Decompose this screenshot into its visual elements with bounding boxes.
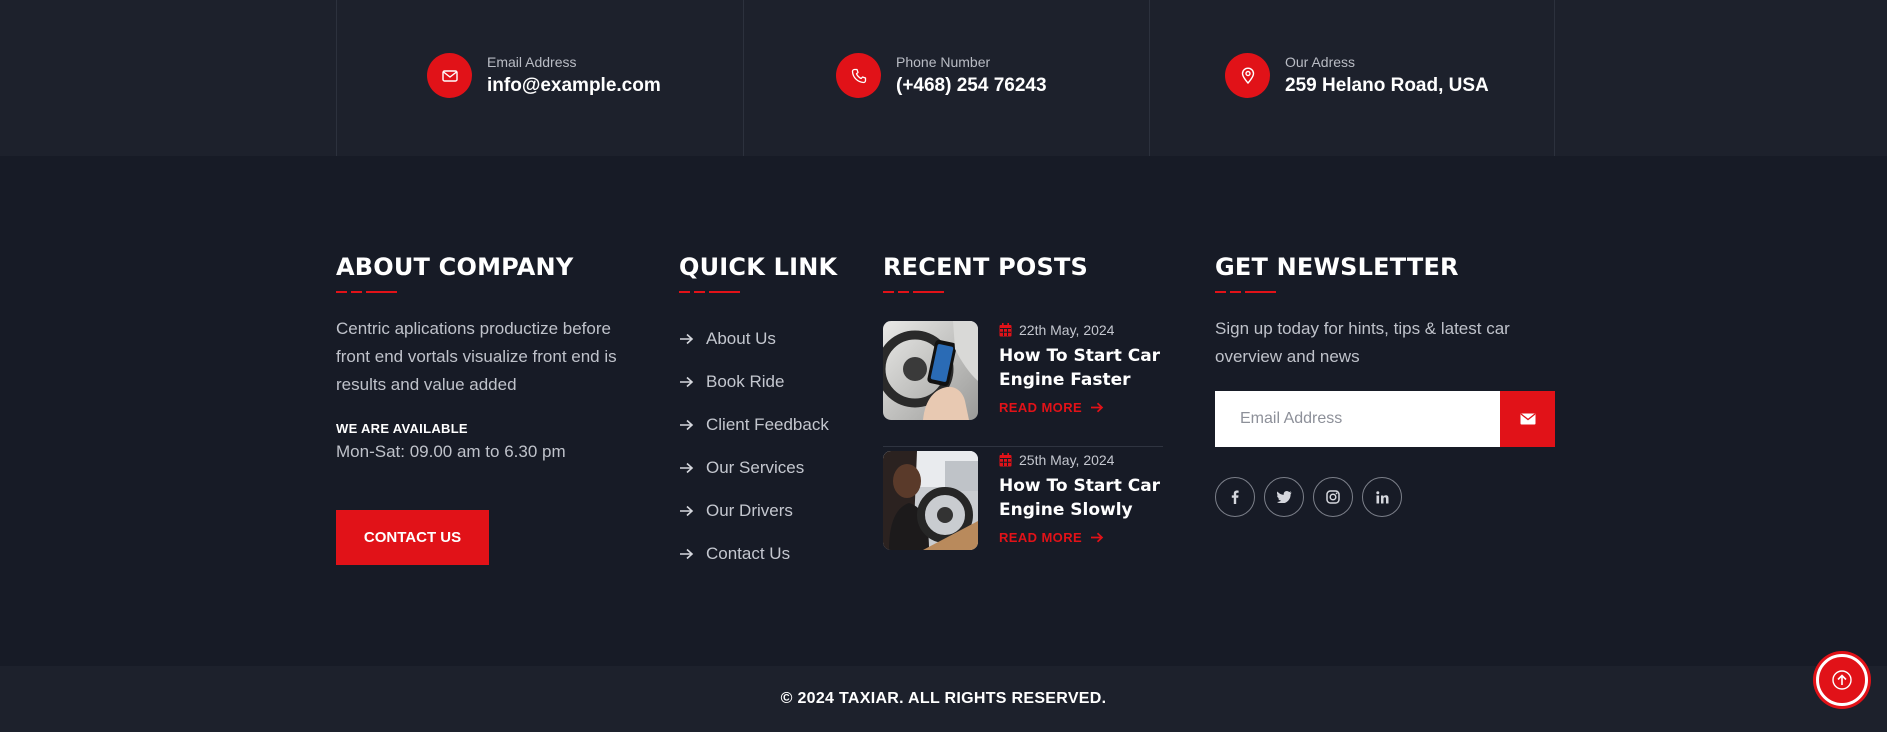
address-contact: Our Adress 259 Helano Road, USA [1225, 53, 1489, 98]
phone-value[interactable]: (+468) 254 76243 [896, 74, 1047, 98]
post-thumbnail-phone-in-car[interactable] [883, 321, 978, 420]
quick-link-label: Book Ride [706, 371, 785, 391]
about-text: Centric aplications productize before fr… [336, 319, 617, 394]
post-title[interactable]: How To Start Car Engine Slowly [999, 474, 1169, 522]
read-more-link[interactable]: READ MORE [999, 400, 1169, 415]
twitter-icon[interactable] [1264, 477, 1304, 517]
quick-link-label: About Us [706, 328, 776, 348]
calendar-icon [999, 453, 1012, 467]
newsletter-submit-button[interactable] [1500, 391, 1555, 447]
quick-link-book-ride[interactable]: Book Ride [679, 360, 859, 403]
post-date-text: 22th May, 2024 [1019, 322, 1115, 338]
arrow-right-icon [680, 462, 694, 473]
arrow-right-icon [680, 333, 694, 344]
contact-cell-address: Our Adress 259 Helano Road, USA [1149, 0, 1555, 156]
post-date-text: 25th May, 2024 [1019, 452, 1115, 468]
map-pin-icon [1225, 53, 1270, 98]
copyright-text: © 2024 TAXIAR. ALL RIGHTS RESERVED. [780, 690, 1107, 707]
recent-post: 25th May, 2024 How To Start Car Engine S… [883, 447, 1163, 577]
contact-cell-email: Email Address info@example.com [336, 0, 743, 156]
quick-links-list: About Us Book Ride Client Feedback Our S… [679, 317, 859, 575]
quick-link-about-us[interactable]: About Us [679, 317, 859, 360]
quick-link-label: Our Drivers [706, 500, 793, 520]
quick-link-label: Contact Us [706, 543, 791, 563]
envelope-icon [427, 53, 472, 98]
newsletter-text: Sign up today for hints, tips & latest c… [1215, 319, 1510, 366]
email-label: Email Address [487, 53, 577, 70]
arrow-right-icon [680, 419, 694, 430]
address-value: 259 Helano Road, USA [1285, 74, 1489, 96]
arrow-right-icon [680, 548, 694, 559]
recent-post: 22th May, 2024 How To Start Car Engine F… [883, 317, 1163, 447]
arrow-right-icon [1091, 532, 1104, 543]
arrow-right-icon [680, 376, 694, 387]
opening-hours: Mon-Sat: 09.00 am to 6.30 pm [336, 442, 566, 461]
phone-contact[interactable]: Phone Number (+468) 254 76243 [836, 53, 1047, 98]
post-title[interactable]: How To Start Car Engine Faster [999, 344, 1169, 392]
post-date: 25th May, 2024 [999, 451, 1169, 469]
recent-posts-title: RECENT POSTS [883, 253, 1089, 281]
contact-cell-phone: Phone Number (+468) 254 76243 [743, 0, 1149, 156]
post-body: 25th May, 2024 How To Start Car Engine S… [999, 451, 1169, 545]
read-more-link[interactable]: READ MORE [999, 530, 1169, 545]
arrow-right-icon [1091, 402, 1104, 413]
social-links [1215, 477, 1560, 517]
quick-link-label: Client Feedback [706, 414, 829, 434]
envelope-icon [1520, 413, 1535, 425]
newsletter-form [1215, 391, 1555, 447]
recent-posts-column: RECENT POSTS 22th May, 2024 How To Start… [883, 252, 1173, 577]
copyright-bar: © 2024 TAXIAR. ALL RIGHTS RESERVED. [0, 666, 1887, 732]
read-more-label: READ MORE [999, 400, 1083, 415]
phone-label: Phone Number [896, 53, 991, 70]
post-date: 22th May, 2024 [999, 321, 1169, 339]
phone-icon [836, 53, 881, 98]
quick-link-client-feedback[interactable]: Client Feedback [679, 403, 859, 446]
linkedin-icon[interactable] [1362, 477, 1402, 517]
arrow-up-icon [1832, 670, 1852, 690]
read-more-label: READ MORE [999, 530, 1083, 545]
title-underline [336, 291, 398, 293]
scroll-to-top-button[interactable] [1816, 654, 1868, 706]
address-label: Our Adress [1285, 53, 1356, 70]
title-underline [1215, 291, 1277, 293]
post-body: 22th May, 2024 How To Start Car Engine F… [999, 321, 1169, 415]
about-title: ABOUT COMPANY [336, 253, 574, 281]
quick-links-title: QUICK LINK [679, 253, 838, 281]
calendar-icon [999, 323, 1012, 337]
title-underline [679, 291, 741, 293]
contact-strip: Email Address info@example.com Phone Num… [0, 0, 1887, 156]
newsletter-email-input[interactable] [1215, 391, 1500, 447]
quick-link-our-drivers[interactable]: Our Drivers [679, 489, 859, 532]
arrow-right-icon [680, 505, 694, 516]
quick-link-contact-us[interactable]: Contact Us [679, 532, 859, 575]
about-column: ABOUT COMPANY Centric aplications produc… [336, 252, 666, 565]
quick-link-label: Our Services [706, 457, 805, 477]
instagram-icon[interactable] [1313, 477, 1353, 517]
post-thumbnail-woman-driving[interactable] [883, 451, 978, 550]
email-contact[interactable]: Email Address info@example.com [427, 53, 661, 98]
quick-links-column: QUICK LINK About Us Book Ride Client Fee… [679, 252, 859, 575]
contact-us-button[interactable]: CONTACT US [336, 510, 489, 565]
newsletter-column: GET NEWSLETTER Sign up today for hints, … [1215, 252, 1560, 517]
quick-link-our-services[interactable]: Our Services [679, 446, 859, 489]
facebook-icon[interactable] [1215, 477, 1255, 517]
title-underline [883, 291, 945, 293]
newsletter-title: GET NEWSLETTER [1215, 253, 1459, 281]
email-value[interactable]: info@example.com [487, 74, 661, 98]
available-label: WE ARE AVAILABLE [336, 421, 468, 436]
